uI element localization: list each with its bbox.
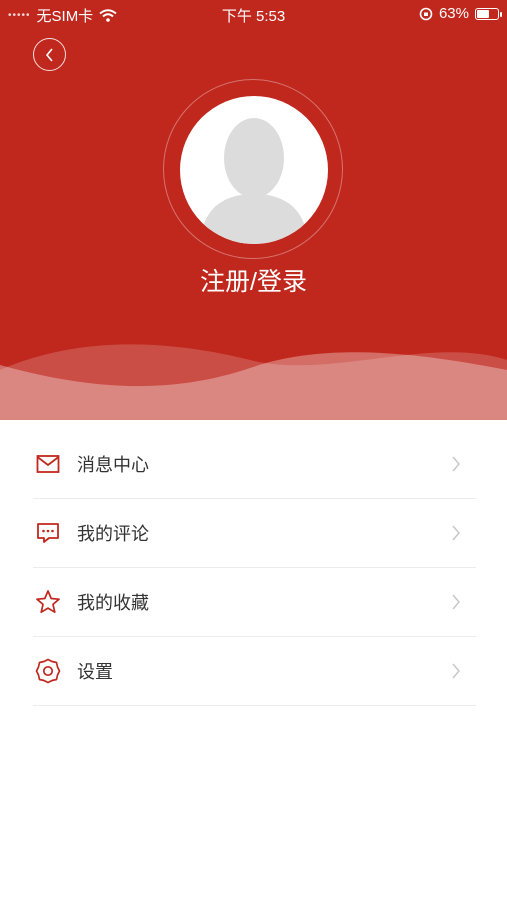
status-right: 63% xyxy=(419,5,502,22)
battery-level xyxy=(477,9,489,18)
menu-item-label: 我的评论 xyxy=(77,524,149,544)
chevron-right-icon xyxy=(452,525,460,541)
chevron-right-icon xyxy=(452,663,460,679)
chevron-left-icon xyxy=(45,47,53,62)
menu-item-label: 我的收藏 xyxy=(77,593,149,613)
battery-icon xyxy=(475,7,502,20)
orientation-lock-icon xyxy=(419,7,433,20)
comment-icon xyxy=(35,520,61,546)
menu-item-label: 消息中心 xyxy=(77,455,149,475)
menu-item-label: 设置 xyxy=(77,662,113,682)
back-button[interactable] xyxy=(33,38,66,71)
menu-item-settings[interactable]: 设置 xyxy=(33,637,476,706)
gear-icon xyxy=(35,658,61,684)
battery-percent: 63% xyxy=(438,5,469,22)
menu-list: 消息中心 我的评论 我的收藏 设置 xyxy=(33,430,476,706)
header-wave xyxy=(0,344,507,420)
avatar[interactable] xyxy=(180,96,328,244)
menu-item-messages[interactable]: 消息中心 xyxy=(33,430,476,499)
mail-icon xyxy=(35,451,61,477)
menu-item-favorites[interactable]: 我的收藏 xyxy=(33,568,476,637)
star-icon xyxy=(35,589,61,615)
chevron-right-icon xyxy=(452,456,460,472)
profile-header: ••••• 无SIM卡 下午 5:53 63% 注册/登录 xyxy=(0,0,507,420)
login-register-link[interactable]: 注册/登录 xyxy=(0,262,507,298)
menu-item-comments[interactable]: 我的评论 xyxy=(33,499,476,568)
chevron-right-icon xyxy=(452,594,460,610)
default-user-icon xyxy=(200,118,308,244)
status-bar: ••••• 无SIM卡 下午 5:53 63% xyxy=(0,0,507,28)
